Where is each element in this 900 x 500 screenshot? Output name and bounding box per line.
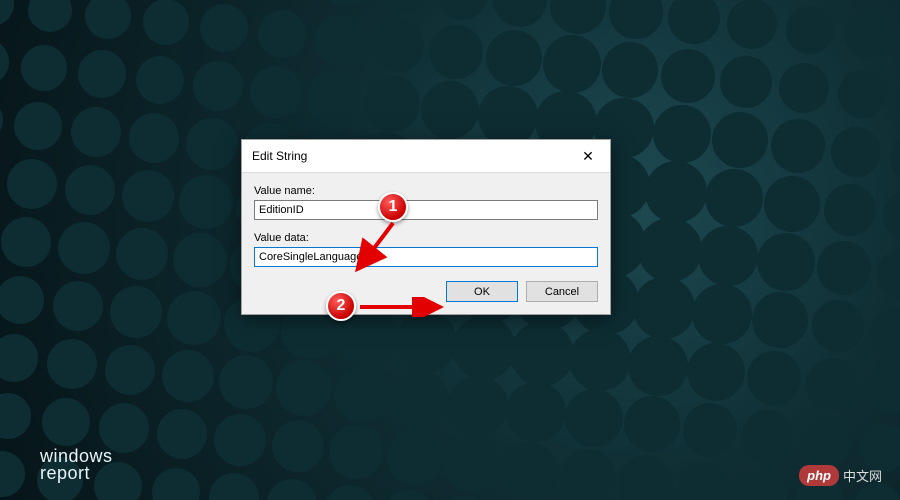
close-button[interactable]: ✕ — [572, 146, 604, 166]
watermark-pill: php — [799, 465, 839, 486]
ok-button[interactable]: OK — [446, 281, 518, 302]
value-name-label: Value name: — [254, 185, 598, 197]
cancel-button[interactable]: Cancel — [526, 281, 598, 302]
watermark-text: 中文网 — [843, 466, 882, 485]
watermark-line-2: report — [40, 465, 113, 482]
annotation-badge-1: 1 — [378, 192, 408, 222]
annotation-badge-2: 2 — [326, 291, 356, 321]
dialog-title: Edit String — [252, 149, 307, 163]
value-data-label: Value data: — [254, 232, 598, 244]
edit-string-dialog: Edit String ✕ Value name: Value data: OK… — [241, 139, 611, 315]
dialog-body: Value name: Value data: OK Cancel — [242, 173, 610, 314]
watermark-php-cn: php 中文网 — [799, 465, 882, 486]
close-icon: ✕ — [582, 149, 594, 163]
value-data-input[interactable] — [254, 247, 598, 267]
value-name-input[interactable] — [254, 200, 598, 220]
titlebar[interactable]: Edit String ✕ — [242, 140, 610, 173]
watermark-windows-report: windows report — [40, 448, 113, 482]
button-row: OK Cancel — [254, 267, 598, 302]
